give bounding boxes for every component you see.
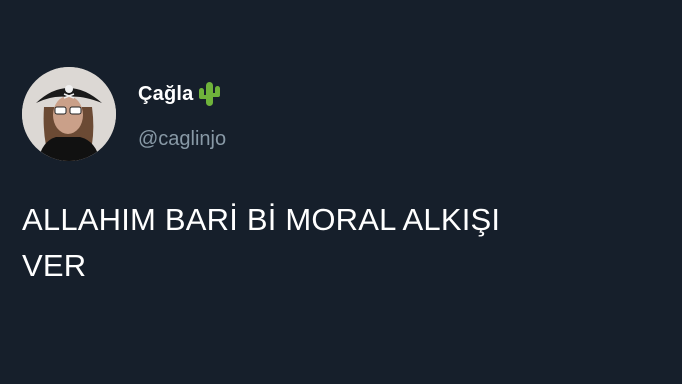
tweet-text: ALLAHIM BARİ Bİ MORAL ALKIŞI VER [22, 197, 662, 289]
user-handle[interactable]: @caglinjo [138, 128, 226, 151]
display-name[interactable]: Çağla [138, 83, 193, 106]
tweet-text-line-2: VER [22, 248, 87, 283]
display-name-row: Çağla [138, 80, 222, 108]
tweet-text-line-1: ALLAHIM BARİ Bİ MORAL ALKIŞI [22, 202, 501, 237]
avatar-photo-icon [22, 67, 116, 161]
avatar[interactable] [22, 67, 116, 161]
tweet-screenshot: Çağla @caglinjo ALLAHIM BARİ Bİ MORAL AL… [0, 0, 682, 384]
cactus-icon [196, 80, 222, 108]
